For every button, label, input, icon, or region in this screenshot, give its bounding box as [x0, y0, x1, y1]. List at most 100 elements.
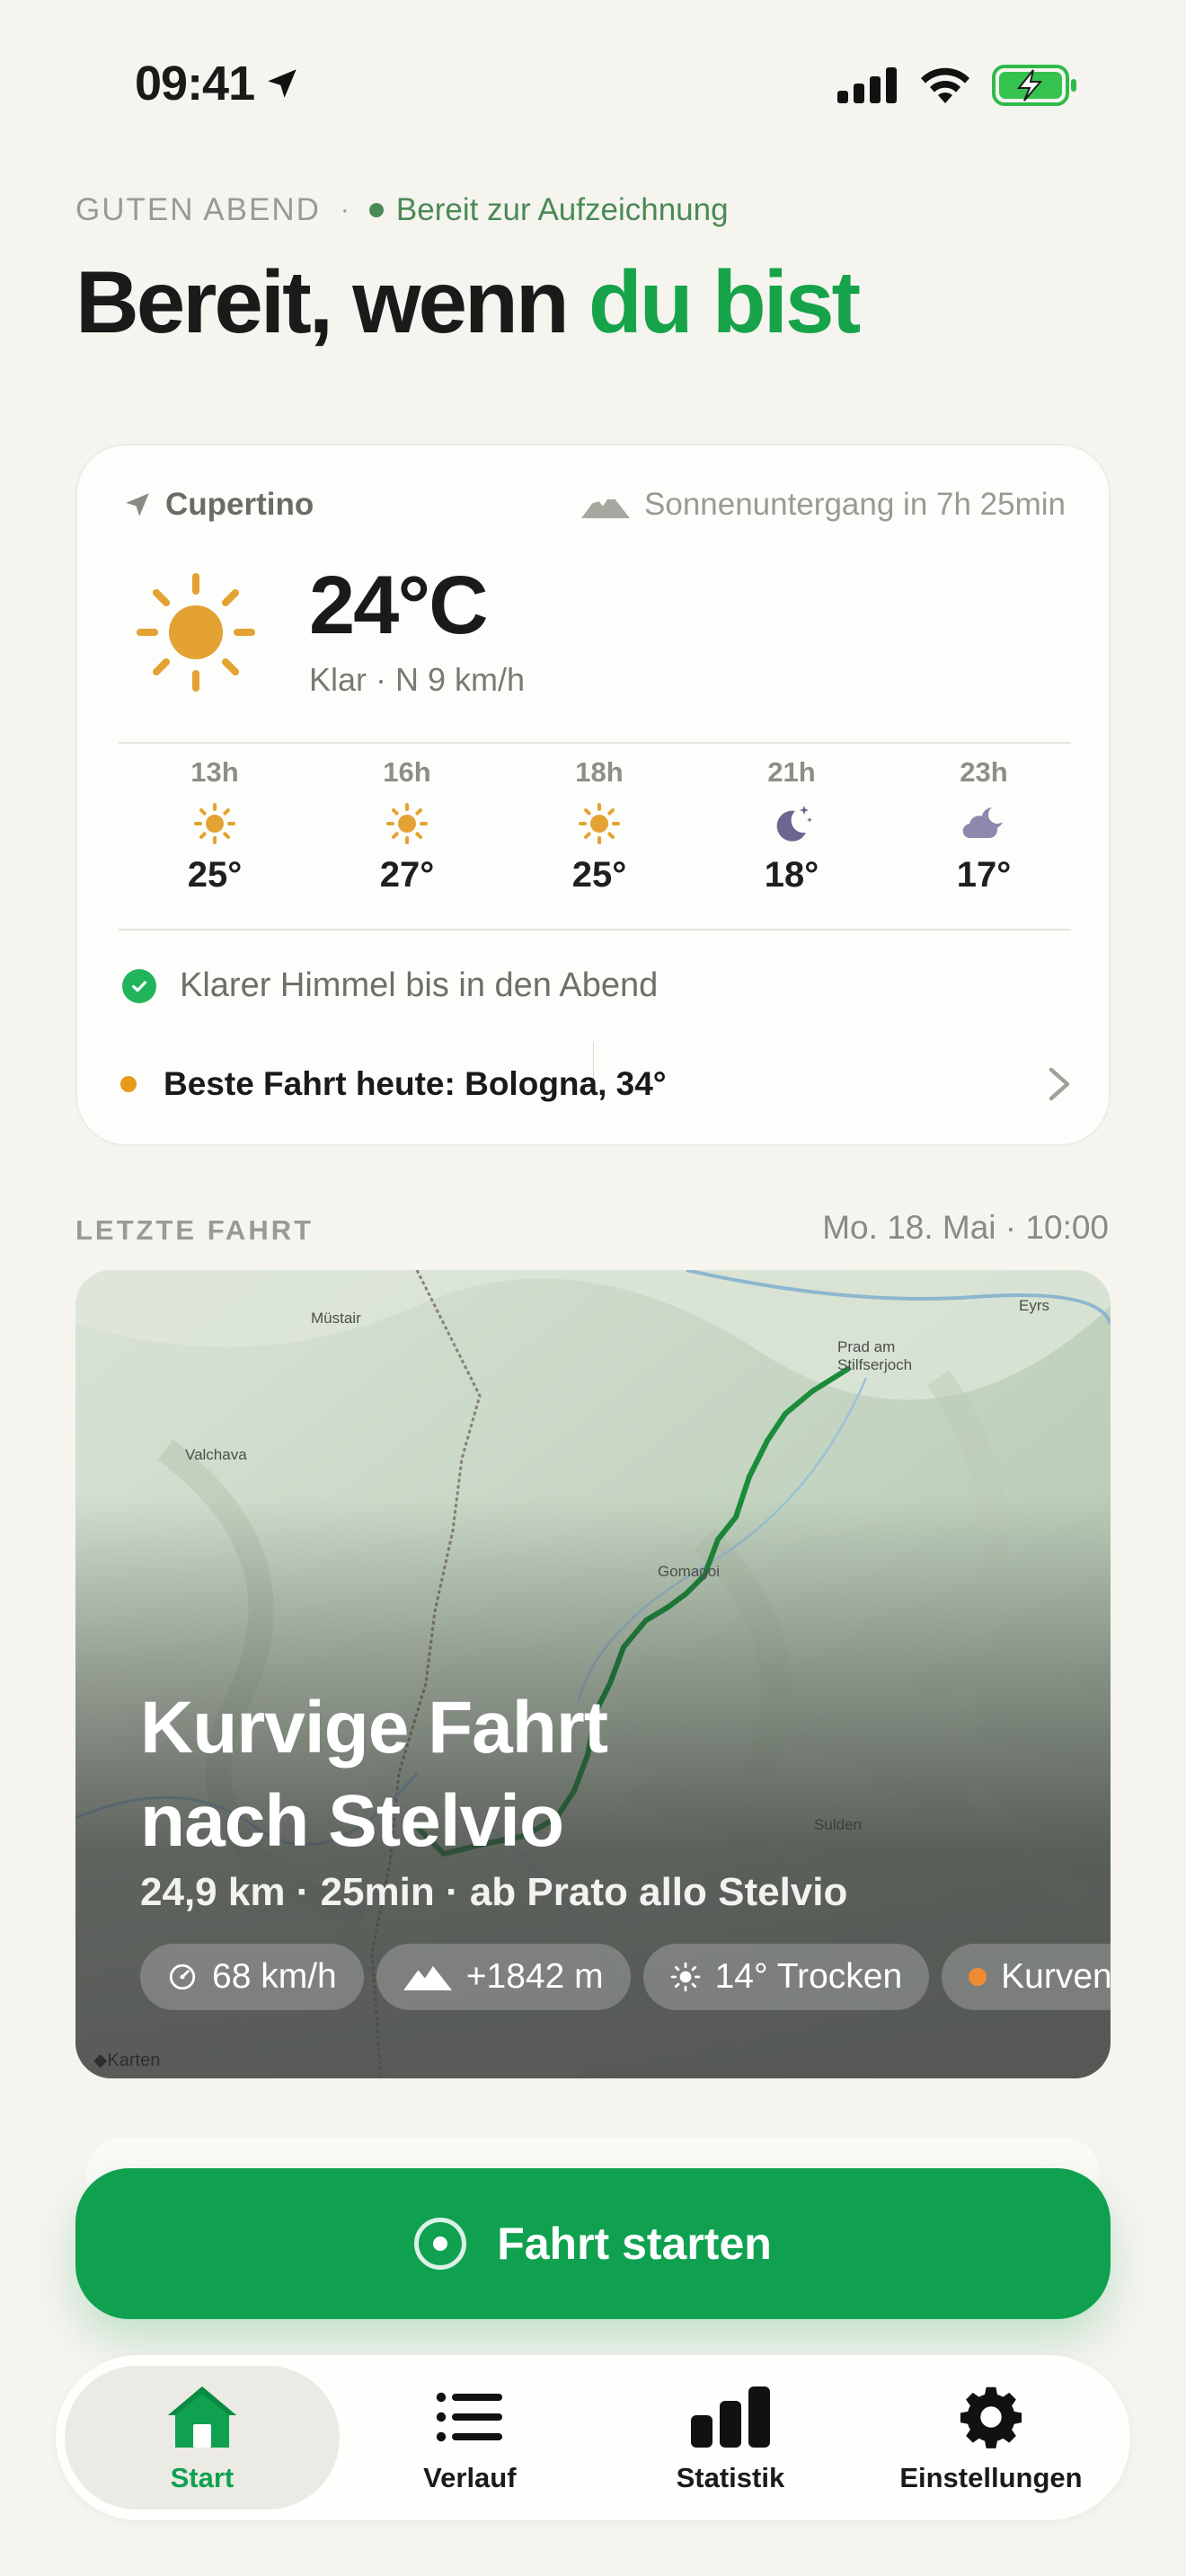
hourly-forecast: 13h 25° 16h 27° 18h 25° 21h 18° 23h 17° [119, 756, 1082, 895]
status-time: 09:41 [135, 56, 301, 111]
hour-label: 16h [383, 756, 431, 788]
sunset-info: Sonnenuntergang in 7h 25min [581, 487, 1066, 523]
map-label: Eyrs [1019, 1297, 1049, 1314]
ride-stats-chips: 68 km/h +1842 m 14° Trocken Kurven [140, 1944, 1111, 2010]
map-attribution: ◆Karten [93, 2049, 160, 2071]
hour-temperature: 25° [187, 855, 243, 895]
current-condition: Klar · N 9 km/h [309, 661, 526, 698]
location-label: Cupertino [165, 487, 314, 522]
sun-icon [194, 803, 235, 844]
status-icons [837, 65, 1078, 106]
greeting-row: GUTEN ABEND · Bereit zur Aufzeichnung [75, 192, 729, 228]
tab-label: Einstellungen [899, 2462, 1083, 2493]
location-arrow-icon [126, 493, 149, 516]
hour-label: 18h [575, 756, 624, 788]
stat-chip-label: 68 km/h [212, 1957, 337, 1996]
map-label: Gomagoi [658, 1563, 720, 1580]
chevron-right-icon [1049, 1067, 1070, 1101]
hour-label: 13h [190, 756, 239, 788]
hour-temperature: 27° [379, 855, 435, 895]
sun-icon [386, 803, 428, 844]
status-bar: 09:41 [0, 0, 1186, 171]
best-ride-label: Beste Fahrt heute: Bologna, 34° [164, 1065, 667, 1102]
status-dot [368, 203, 384, 217]
mountain-icon [581, 494, 631, 518]
location-arrow-icon [268, 69, 296, 98]
hour-temperature: 18° [764, 855, 819, 895]
sunset-label: Sonnenuntergang in 7h 25min [644, 487, 1066, 522]
stat-chip-label: 14° Trocken [714, 1957, 903, 1996]
headline-accent: du bist [588, 252, 861, 351]
cloud-moon-icon [962, 807, 1003, 838]
moon-stars-icon [776, 806, 812, 842]
ride-title: Kurvige Fahrt nach Stelvio [140, 1681, 859, 1868]
orange-dot-icon [969, 1968, 987, 1986]
hour-temperature: 25° [571, 855, 627, 895]
best-ride-row[interactable]: Beste Fahrt heute: Bologna, 34° [120, 1065, 1073, 1103]
stat-chip-label: Kurven [1001, 1957, 1111, 1996]
gear-icon [960, 2386, 1022, 2448]
recording-status: Bereit zur Aufzeichnung [368, 192, 729, 228]
hour-label: 23h [960, 756, 1008, 788]
section-label: LETZTE FAHRT [75, 1214, 314, 1246]
hourly-item: 23h 17° [888, 756, 1080, 895]
sun-icon [579, 803, 620, 844]
hourly-item: 13h 25° [119, 756, 311, 895]
clock-label: 09:41 [135, 57, 255, 110]
stat-chip-label: +1842 m [465, 1957, 604, 1996]
wifi-icon [921, 67, 969, 103]
sun-icon [670, 1962, 700, 1992]
tab-bar: Start Verlauf Statistik Einstellungen [56, 2355, 1130, 2520]
map-label: Müstair [311, 1310, 361, 1327]
separator: · [340, 195, 350, 225]
tab-statistik[interactable]: Statistik [600, 2366, 861, 2510]
weather-card[interactable]: Cupertino Sonnenuntergang in 7h 25min 24… [75, 444, 1111, 1146]
map-label: Stilfserjoch [837, 1356, 913, 1373]
map-attribution-label: Karten [107, 2051, 161, 2070]
tab-einstellungen[interactable]: Einstellungen [861, 2366, 1121, 2510]
greeting-text: GUTEN ABEND [75, 192, 321, 227]
stat-chip-weather: 14° Trocken [642, 1944, 930, 2010]
record-icon [414, 2218, 467, 2270]
last-ride-card[interactable]: Müstair Valchava Prad am Stilfserjoch Ey… [75, 1270, 1111, 2078]
current-temperature: 24°C [309, 560, 489, 651]
weather-note: Klarer Himmel bis in den Abend [122, 966, 658, 1005]
ride-title-line: Kurvige Fahrt [140, 1687, 608, 1769]
stat-chip-curves: Kurven [942, 1944, 1111, 2010]
hourly-item: 21h 18° [695, 756, 888, 895]
headline-main: Bereit, wenn [75, 252, 589, 351]
recording-status-label: Bereit zur Aufzeichnung [395, 192, 729, 227]
tab-verlauf[interactable]: Verlauf [340, 2366, 600, 2510]
mountain-icon [403, 1966, 452, 1990]
home-icon [167, 2386, 236, 2448]
tab-start[interactable]: Start [65, 2366, 340, 2510]
last-ride-date: Mo. 18. Mai · 10:00 [822, 1209, 1109, 1246]
tab-label: Verlauf [423, 2462, 517, 2493]
map-label: Valchava [185, 1446, 247, 1463]
list-icon [436, 2392, 502, 2442]
cellular-signal-icon [837, 67, 897, 103]
tab-label: Statistik [676, 2462, 785, 2493]
divider [119, 742, 1071, 744]
battery-charging-icon [992, 65, 1076, 106]
ride-summary: 24,9 km · 25min · ab Prato allo Stelvio [140, 1870, 848, 1914]
stat-chip-elevation: +1842 m [376, 1944, 631, 2010]
weather-location: Cupertino [122, 487, 314, 523]
map-label: Prad am [837, 1338, 896, 1355]
tab-label: Start [170, 2462, 235, 2493]
ride-title-line: nach Stelvio [140, 1780, 564, 1862]
hour-label: 21h [767, 756, 816, 788]
page-title: Bereit, wenn du bist [75, 251, 861, 353]
orange-dot-icon [120, 1076, 137, 1092]
start-ride-button[interactable]: Fahrt starten [75, 2168, 1111, 2319]
speedometer-icon [169, 1963, 196, 1990]
apple-logo-icon: ◆ [93, 2051, 108, 2070]
sun-icon [137, 573, 255, 692]
hourly-item: 18h 25° [503, 756, 695, 895]
bar-chart-icon [690, 2386, 770, 2448]
stat-chip-speed: 68 km/h [140, 1944, 364, 2010]
check-circle-icon [122, 968, 156, 1003]
hour-temperature: 17° [956, 855, 1012, 895]
hourly-item: 16h 27° [311, 756, 503, 895]
weather-note-label: Klarer Himmel bis in den Abend [180, 966, 659, 1004]
